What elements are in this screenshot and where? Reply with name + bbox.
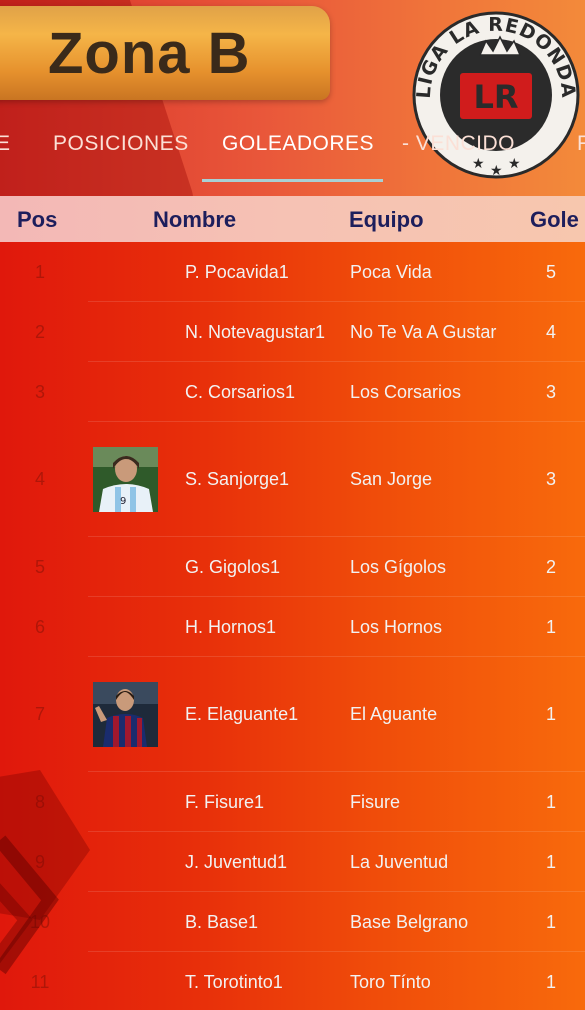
cell-nombre: S. Sanjorge1 (185, 469, 290, 489)
cell-pos: 10 (30, 912, 51, 932)
cell-nombre: N. Notevagustar1 (185, 322, 326, 342)
cell-pos: 2 (34, 322, 45, 342)
cell-equipo: Los Corsarios (350, 382, 462, 402)
table-row[interactable]: 11 T. Torotinto1 Toro Tínto 1 (0, 952, 585, 1000)
cell-pos: 1 (34, 262, 45, 282)
cell-pos: 7 (34, 704, 45, 724)
cell-equipo: La Juventud (350, 852, 449, 872)
cell-goles: 1 (546, 704, 557, 724)
tab-active-indicator (202, 179, 383, 182)
cell-goles: 1 (546, 852, 557, 872)
cell-goles: 1 (546, 617, 557, 637)
column-header-equipo: Equipo (349, 207, 424, 232)
cell-nombre: H. Hornos1 (185, 617, 277, 637)
cell-nombre: G. Gigolos1 (185, 557, 281, 577)
tab-bar: E POSICIONES GOLEADORES - VENCIDO FAI (0, 118, 585, 184)
svg-text:9: 9 (120, 496, 126, 507)
tab-posiciones[interactable]: POSICIONES (53, 132, 189, 156)
page-title: Zona B (48, 21, 251, 86)
cell-equipo: Toro Tínto (350, 972, 431, 992)
cell-equipo: Fisure (350, 792, 401, 812)
table-row[interactable]: 3 C. Corsarios1 Los Corsarios 3 (0, 362, 585, 422)
cell-nombre: C. Corsarios1 (185, 382, 296, 402)
table-header: Pos Nombre Equipo Gole (0, 196, 585, 242)
player-photo (93, 682, 158, 747)
cell-equipo: San Jorge (350, 469, 433, 489)
player-photo: 9 (93, 447, 158, 512)
cell-nombre: P. Pocavida1 (185, 262, 289, 282)
cell-equipo: Base Belgrano (350, 912, 469, 932)
cell-equipo: Poca Vida (350, 262, 432, 282)
cell-goles: 2 (546, 557, 557, 577)
table-row[interactable]: 9 J. Juventud1 La Juventud 1 (0, 832, 585, 892)
cell-equipo: No Te Va A Gustar (350, 322, 497, 342)
cell-nombre: T. Torotinto1 (185, 972, 283, 992)
cell-pos: 3 (34, 382, 45, 402)
column-header-goles: Gole (530, 207, 579, 232)
table-row[interactable]: 6 H. Hornos1 Los Hornos 1 (0, 597, 585, 657)
tab-next-partial[interactable]: FAI (577, 132, 585, 156)
logo-initials: LR (473, 78, 518, 116)
cell-pos: 11 (30, 972, 50, 992)
cell-goles: 1 (546, 912, 557, 932)
cell-nombre: J. Juventud1 (185, 852, 288, 872)
cell-goles: 4 (546, 322, 557, 342)
cell-goles: 3 (546, 469, 557, 489)
title-banner: Zona B (0, 6, 330, 100)
cell-nombre: B. Base1 (185, 912, 259, 932)
table-row[interactable]: 10 B. Base1 Base Belgrano 1 (0, 892, 585, 952)
cell-pos: 8 (34, 792, 45, 812)
cell-equipo: El Aguante (350, 704, 438, 724)
table-row[interactable]: 8 F. Fisure1 Fisure 1 (0, 772, 585, 832)
table-row[interactable]: 4 9 S. Sanjorge1 San Jorge 3 (0, 422, 585, 537)
tab-prev-partial[interactable]: E (0, 132, 11, 156)
cell-pos: 4 (34, 469, 45, 489)
tab-vencido[interactable]: - VENCIDO (402, 132, 515, 156)
cell-goles: 1 (546, 792, 557, 812)
table-row[interactable]: 5 G. Gigolos1 Los Gígolos 2 (0, 537, 585, 597)
cell-nombre: E. Elaguante1 (185, 704, 299, 724)
cell-nombre: F. Fisure1 (185, 792, 265, 812)
cell-equipo: Los Hornos (350, 617, 443, 637)
cell-goles: 5 (546, 262, 557, 282)
tab-goleadores[interactable]: GOLEADORES (222, 132, 374, 156)
cell-pos: 9 (34, 852, 45, 872)
column-header-nombre: Nombre (153, 207, 237, 232)
cell-pos: 6 (34, 617, 45, 637)
table-row[interactable]: 1 P. Pocavida1 Poca Vida 5 (0, 242, 585, 302)
cell-pos: 5 (34, 557, 45, 577)
cell-goles: 1 (546, 972, 557, 992)
table-row[interactable]: 7 E. Elaguante1 El Aguante 1 (0, 657, 585, 772)
column-header-pos: Pos (17, 207, 58, 232)
app-header: Zona B LIGA LA REDONDA LR ★ ★ ★ E POSICI… (0, 0, 585, 196)
table-row[interactable]: 2 N. Notevagustar1 No Te Va A Gustar 4 (0, 302, 585, 362)
cell-goles: 3 (546, 382, 557, 402)
cell-equipo: Los Gígolos (350, 557, 447, 577)
